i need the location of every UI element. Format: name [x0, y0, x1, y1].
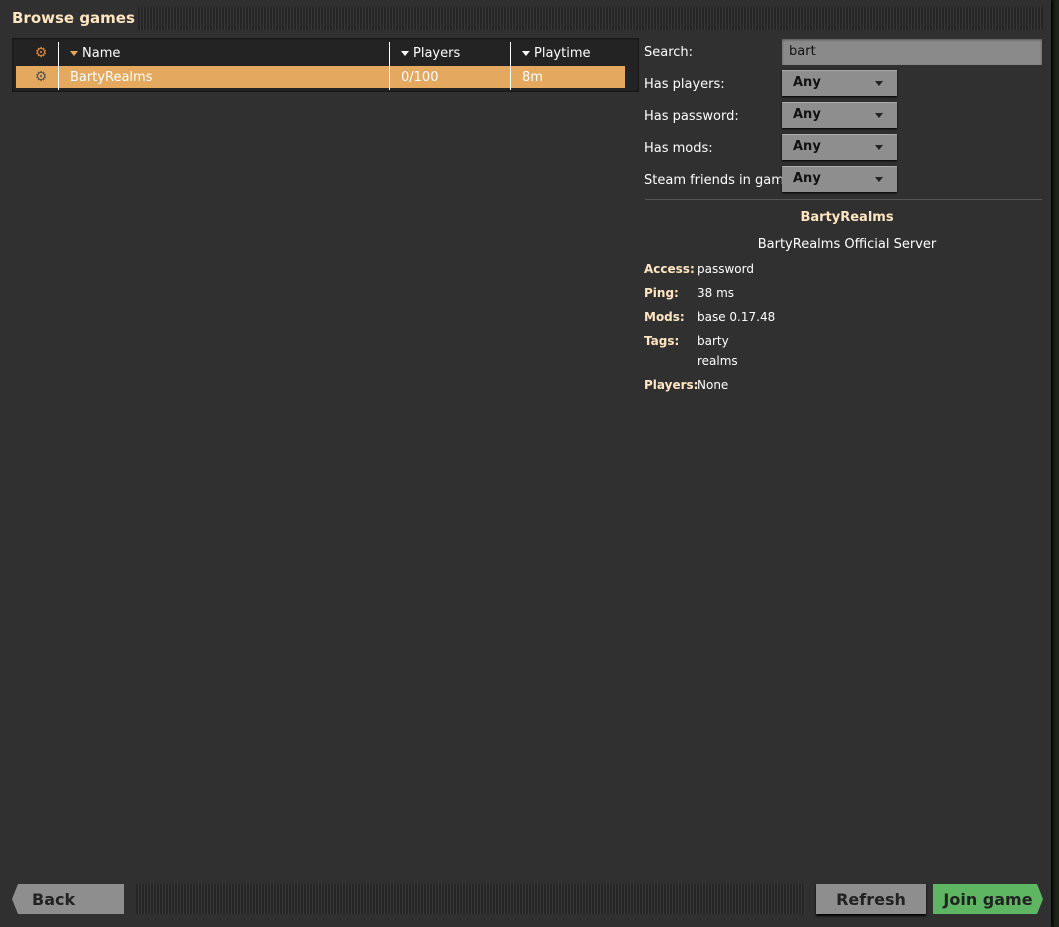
access-label: Access:: [644, 262, 695, 276]
window-title: Browse games: [12, 9, 135, 27]
cell-name: BartyRealms: [70, 69, 153, 85]
column-label: Name: [82, 45, 121, 61]
players-value: None: [697, 378, 729, 392]
column-divider: [510, 42, 511, 90]
table-row[interactable]: ⚙ BartyRealms 0/100 8m: [16, 66, 625, 88]
sort-icon: [401, 50, 409, 56]
column-label: Playtime: [534, 45, 591, 61]
players-label: Players:: [644, 378, 699, 392]
access-value: password: [697, 262, 754, 276]
steam-friends-dropdown[interactable]: Any: [782, 166, 897, 192]
cell-playtime: 8m: [522, 69, 543, 85]
refresh-button[interactable]: Refresh: [816, 884, 926, 914]
gear-icon: ⚙: [34, 69, 48, 85]
column-header-name[interactable]: Name: [62, 42, 120, 64]
back-button[interactable]: Back: [12, 884, 124, 914]
chevron-down-icon: [875, 81, 883, 86]
dropdown-value: Any: [793, 139, 821, 154]
tags-label: Tags:: [644, 334, 680, 348]
dropdown-value: Any: [793, 171, 821, 186]
filter-label: Has password:: [644, 109, 739, 124]
games-table: ⚙ Name Players Playtime ⚙ BartyRealms 0/…: [12, 38, 639, 92]
filter-label: Has mods:: [644, 141, 713, 156]
has-mods-dropdown[interactable]: Any: [782, 134, 897, 160]
cell-players: 0/100: [401, 69, 439, 85]
dropdown-value: Any: [793, 75, 821, 90]
title-drag-handle[interactable]: [138, 7, 1043, 30]
ping-value: 38 ms: [697, 286, 735, 300]
search-label: Search:: [644, 45, 694, 60]
gear-icon[interactable]: ⚙: [20, 42, 62, 64]
server-description: BartyRealms Official Server: [757, 237, 937, 252]
bottom-drag-area: [136, 884, 805, 914]
sort-icon: [522, 50, 530, 56]
column-divider: [389, 42, 390, 90]
mods-label: Mods:: [644, 310, 685, 324]
divider: [645, 199, 1042, 200]
server-name: BartyRealms: [800, 210, 894, 225]
chevron-down-icon: [875, 145, 883, 150]
column-header-players[interactable]: Players: [393, 42, 460, 64]
has-players-dropdown[interactable]: Any: [782, 70, 897, 96]
join-game-button[interactable]: Join game: [933, 884, 1043, 914]
filter-label: Has players:: [644, 77, 725, 92]
table-header: ⚙ Name Players Playtime: [16, 42, 625, 64]
filter-label: Steam friends in game:: [644, 173, 797, 188]
chevron-down-icon: [875, 177, 883, 182]
has-password-dropdown[interactable]: Any: [782, 102, 897, 128]
search-input[interactable]: bart: [782, 39, 1042, 65]
sort-icon: [70, 50, 78, 56]
ping-label: Ping:: [644, 286, 679, 300]
tag: barty: [697, 334, 729, 348]
browse-games-window: Browse games ⚙ Name Players Playtime ⚙ B…: [0, 0, 1051, 927]
chevron-down-icon: [875, 113, 883, 118]
tag: realms: [697, 354, 738, 368]
dropdown-value: Any: [793, 107, 821, 122]
mods-value: base 0.17.48: [697, 310, 776, 324]
column-divider: [58, 42, 59, 90]
column-header-playtime[interactable]: Playtime: [514, 42, 590, 64]
column-label: Players: [413, 45, 461, 61]
